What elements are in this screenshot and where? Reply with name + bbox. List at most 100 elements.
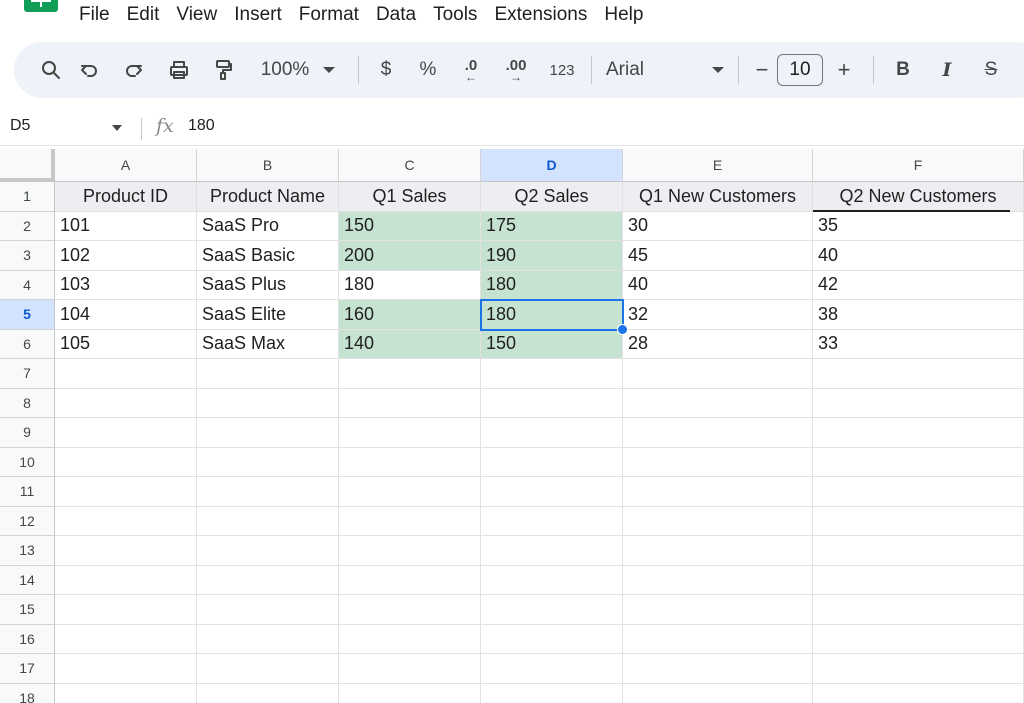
menu-file[interactable]: File (79, 3, 119, 27)
cell-e15[interactable] (623, 595, 813, 625)
cell-b13[interactable] (197, 536, 339, 566)
cell-a16[interactable] (55, 624, 197, 654)
increase-decimal-button[interactable]: .00 → (491, 52, 541, 88)
cell-d2[interactable]: 175 (481, 211, 623, 241)
cell-e8[interactable] (623, 388, 813, 418)
cell-c17[interactable] (339, 654, 481, 684)
row-header-8[interactable]: 8 (0, 388, 55, 418)
cell-b14[interactable] (197, 565, 339, 595)
row-header-4[interactable]: 4 (0, 270, 55, 300)
cell-b12[interactable] (197, 506, 339, 536)
row-header-15[interactable]: 15 (0, 595, 55, 625)
cell-f1[interactable]: Q2 New Customers (813, 182, 1024, 212)
decrease-font-size-button[interactable]: − (747, 52, 777, 88)
cell-d3[interactable]: 190 (481, 241, 623, 271)
menu-tools[interactable]: Tools (433, 3, 486, 27)
cell-c13[interactable] (339, 536, 481, 566)
cell-c5[interactable]: 160 (339, 300, 481, 330)
column-header-d[interactable]: D (481, 149, 623, 182)
cell-d1[interactable]: Q2 Sales (481, 182, 623, 212)
cell-d18[interactable] (481, 683, 623, 703)
bold-button[interactable]: B (882, 52, 924, 88)
cell-e1[interactable]: Q1 New Customers (623, 182, 813, 212)
cell-f9[interactable] (813, 418, 1024, 448)
cell-e4[interactable]: 40 (623, 270, 813, 300)
cell-d14[interactable] (481, 565, 623, 595)
paint-format-button[interactable] (202, 52, 246, 88)
italic-button[interactable]: I (924, 52, 970, 88)
cell-d4[interactable]: 180 (481, 270, 623, 300)
cell-a10[interactable] (55, 447, 197, 477)
cell-e10[interactable] (623, 447, 813, 477)
decrease-decimal-button[interactable]: .0 ← (451, 52, 491, 88)
cell-b18[interactable] (197, 683, 339, 703)
cell-b7[interactable] (197, 359, 339, 389)
menu-extensions[interactable]: Extensions (494, 3, 596, 27)
cell-f8[interactable] (813, 388, 1024, 418)
cell-e17[interactable] (623, 654, 813, 684)
row-header-13[interactable]: 13 (0, 536, 55, 566)
cell-b9[interactable] (197, 418, 339, 448)
cell-b16[interactable] (197, 624, 339, 654)
menu-format[interactable]: Format (299, 3, 368, 27)
cell-f18[interactable] (813, 683, 1024, 703)
cell-f17[interactable] (813, 654, 1024, 684)
menu-insert[interactable]: Insert (234, 3, 291, 27)
cell-d7[interactable] (481, 359, 623, 389)
row-header-7[interactable]: 7 (0, 359, 55, 389)
menu-data[interactable]: Data (376, 3, 425, 27)
row-header-11[interactable]: 11 (0, 477, 55, 507)
row-header-2[interactable]: 2 (0, 211, 55, 241)
column-header-b[interactable]: B (197, 149, 339, 182)
cell-a11[interactable] (55, 477, 197, 507)
cell-e12[interactable] (623, 506, 813, 536)
cell-b10[interactable] (197, 447, 339, 477)
cell-e5[interactable]: 32 (623, 300, 813, 330)
cell-f16[interactable] (813, 624, 1024, 654)
cell-f5[interactable]: 38 (813, 300, 1024, 330)
cell-a18[interactable] (55, 683, 197, 703)
row-header-12[interactable]: 12 (0, 506, 55, 536)
row-header-10[interactable]: 10 (0, 447, 55, 477)
row-header-17[interactable]: 17 (0, 654, 55, 684)
cell-d8[interactable] (481, 388, 623, 418)
cell-a4[interactable]: 103 (55, 270, 197, 300)
cell-d10[interactable] (481, 447, 623, 477)
currency-format-button[interactable]: $ (367, 52, 405, 88)
cell-b8[interactable] (197, 388, 339, 418)
cell-c9[interactable] (339, 418, 481, 448)
cell-a1[interactable]: Product ID (55, 182, 197, 212)
cell-c1[interactable]: Q1 Sales (339, 182, 481, 212)
cell-b1[interactable]: Product Name (197, 182, 339, 212)
row-header-9[interactable]: 9 (0, 418, 55, 448)
cell-c7[interactable] (339, 359, 481, 389)
cell-a2[interactable]: 101 (55, 211, 197, 241)
cell-b2[interactable]: SaaS Pro (197, 211, 339, 241)
name-box[interactable]: D5 (10, 117, 30, 135)
cell-c10[interactable] (339, 447, 481, 477)
cell-b4[interactable]: SaaS Plus (197, 270, 339, 300)
row-header-16[interactable]: 16 (0, 624, 55, 654)
row-header-1[interactable]: 1 (0, 182, 55, 212)
cell-f12[interactable] (813, 506, 1024, 536)
strikethrough-button[interactable]: S (970, 52, 1012, 88)
cell-c14[interactable] (339, 565, 481, 595)
cell-a7[interactable] (55, 359, 197, 389)
row-header-3[interactable]: 3 (0, 241, 55, 271)
cell-d16[interactable] (481, 624, 623, 654)
cell-c8[interactable] (339, 388, 481, 418)
increase-font-size-button[interactable]: + (823, 52, 865, 88)
cell-d15[interactable] (481, 595, 623, 625)
cell-a17[interactable] (55, 654, 197, 684)
cell-c3[interactable]: 200 (339, 241, 481, 271)
column-header-e[interactable]: E (623, 149, 813, 182)
cell-e18[interactable] (623, 683, 813, 703)
font-select[interactable]: Arial (600, 52, 730, 88)
column-header-c[interactable]: C (339, 149, 481, 182)
cell-c12[interactable] (339, 506, 481, 536)
cell-d13[interactable] (481, 536, 623, 566)
row-header-5[interactable]: 5 (0, 300, 55, 330)
cell-f14[interactable] (813, 565, 1024, 595)
cell-b6[interactable]: SaaS Max (197, 329, 339, 359)
more-formats-button[interactable]: 123 (541, 52, 583, 88)
